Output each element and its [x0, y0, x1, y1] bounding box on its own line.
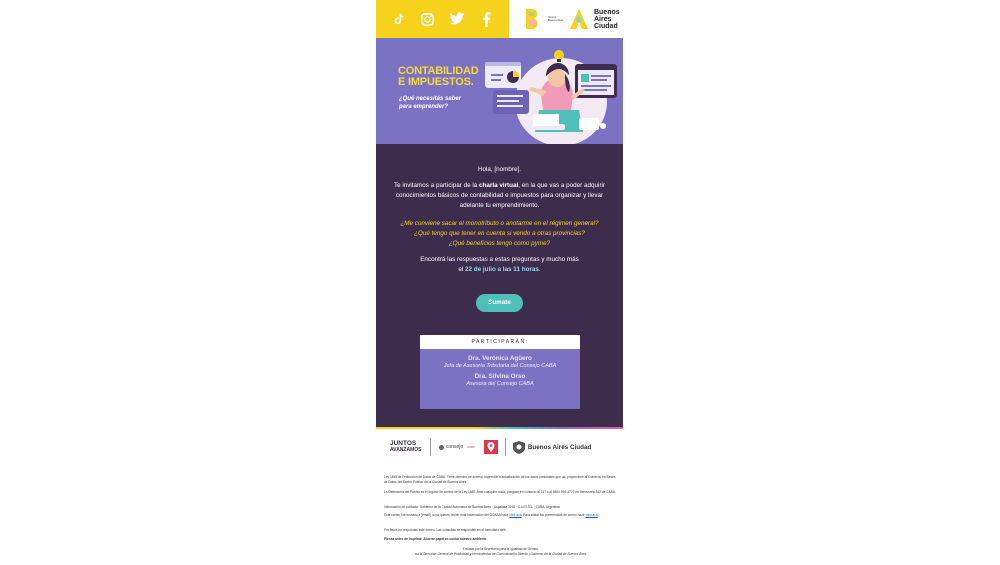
juntos-text: JUNTOS: [390, 440, 417, 447]
lightbulb-icon: [554, 50, 564, 60]
speaker-name: Dra. Verónica Agüero: [468, 355, 532, 362]
juntos-avanzamos-logo[interactable]: JUNTOS AVANZAMOS: [390, 440, 428, 454]
ba-brand-name: Buenos Aires Ciudad: [594, 8, 620, 30]
sumate-button[interactable]: Sumate: [476, 294, 523, 312]
avanzamos-text: AVANZAMOS: [390, 447, 422, 453]
shield-icon: [512, 440, 525, 454]
email-header: Vamos Buenos Aires Buenos Aires Ciudad: [376, 0, 623, 38]
unsubscribe-link[interactable]: click acá: [509, 513, 521, 517]
hero-subtitle-line2: para emprender?: [399, 103, 449, 110]
consejo-icon: [439, 444, 444, 450]
legal-p4-pre: Este correo fue enviado a [email], si no…: [384, 513, 510, 517]
question-2: ¿Qué tengo que tener en cuenta si vendo …: [414, 230, 585, 237]
speakers-panel: PARTICIPARÁN: Dra. Verónica Agüero Jefa …: [420, 335, 580, 409]
legal-p4-post: .: [597, 513, 599, 517]
hero-title: CONTABILIDAD E IMPUESTOS.: [398, 66, 490, 88]
hero-banner: CONTABILIDAD E IMPUESTOS. ¿Qué necesitás…: [376, 38, 623, 144]
event-date: 22 de julio a las 11 horas: [465, 266, 539, 273]
speaker-role: Jefa de Asesoría Tributaria del Consejo …: [443, 363, 557, 369]
hero-subtitle: ¿Qué necesitás saber para emprender?: [399, 96, 479, 111]
ba-footer-text: Buenos Aires Ciudad: [527, 443, 592, 451]
color-stripe: [376, 427, 623, 429]
instagram-icon[interactable]: [420, 11, 436, 27]
speaker-role: Asesora del Consejo CABA: [466, 381, 534, 387]
legal-p5: Por favor, no respondas este correo. Las…: [384, 528, 507, 532]
consejo-sub-text: CABA: [467, 445, 475, 449]
divider: [504, 438, 506, 456]
answers-line2: el 22 de julio a las 11 horas.: [386, 265, 613, 275]
speaker-name: Dra. Silvina Orso: [474, 373, 526, 380]
hero-title-line2: E IMPUESTOS.: [398, 76, 474, 88]
partner-logos: JUNTOS AVANZAMOS consejo CABA Buenos Air…: [376, 431, 623, 463]
ba-footer-logo[interactable]: Buenos Aires Ciudad: [512, 440, 592, 454]
social-links: [376, 0, 509, 38]
invite-pre: Te invitamos a participar de la: [393, 182, 480, 189]
email-body: Hola, [nombre]. Te invitamos a participa…: [376, 144, 623, 427]
pin-logo[interactable]: [483, 440, 498, 454]
ba-small-text: Vamos Buenos Aires: [548, 16, 564, 22]
ba-mark-icon: Vamos Buenos Aires: [525, 8, 564, 30]
email-container: Vamos Buenos Aires Buenos Aires Ciudad C…: [376, 0, 623, 565]
invite-bold: charla virtual: [479, 182, 519, 189]
questions-block: ¿Me conviene sacar el monotributo o anot…: [386, 219, 613, 249]
invite-text: Te invitamos a participar de la charla v…: [386, 181, 613, 211]
divider: [430, 438, 431, 456]
ba-logo[interactable]: Vamos Buenos Aires Buenos Aires Ciudad: [509, 0, 623, 38]
hero-subtitle-line1: ¿Qué necesitás saber: [399, 96, 462, 102]
answers-post: .: [538, 266, 541, 273]
legal-p4-mid: . Para editar tus preferencias de correo…: [521, 513, 586, 517]
consejo-logo[interactable]: consejo CABA: [439, 444, 475, 450]
legal-p1: Ley 1845 de Protección de Datos de CABA:…: [384, 475, 616, 484]
legal-p4: Este correo fue enviado a [email], si no…: [384, 513, 617, 518]
answers-line1: Encontrá las respuestas a estas pregunta…: [420, 256, 579, 263]
legal-p8: vía la Dirección General de Publicidad y…: [414, 552, 587, 556]
speakers-heading: PARTICIPARÁN:: [420, 335, 580, 349]
answers-text: Encontrá las respuestas a estas pregunta…: [386, 255, 613, 275]
legal-p3: Información de contacto: Gobierno de la …: [384, 505, 561, 509]
preferences-link[interactable]: click acá: [585, 513, 597, 517]
hero-illustration: [485, 50, 617, 144]
legal-p6: Piensa antes de imprimir. Ahorrar papel …: [384, 537, 488, 541]
facebook-icon[interactable]: [478, 11, 494, 27]
legal-p2: La Defensoría del Pueblo es el órgano de…: [384, 490, 616, 494]
question-1: ¿Me conviene sacar el monotributo o anot…: [400, 220, 599, 227]
location-pin-icon: [487, 442, 495, 452]
consejo-text: consejo: [446, 444, 464, 450]
greeting: Hola, [nombre].: [477, 166, 522, 173]
question-3: ¿Qué beneficios tengo como pyme?: [448, 240, 551, 247]
twitter-icon[interactable]: [449, 11, 465, 27]
tiktok-icon[interactable]: [391, 11, 407, 27]
ba-a-icon: [569, 8, 589, 30]
